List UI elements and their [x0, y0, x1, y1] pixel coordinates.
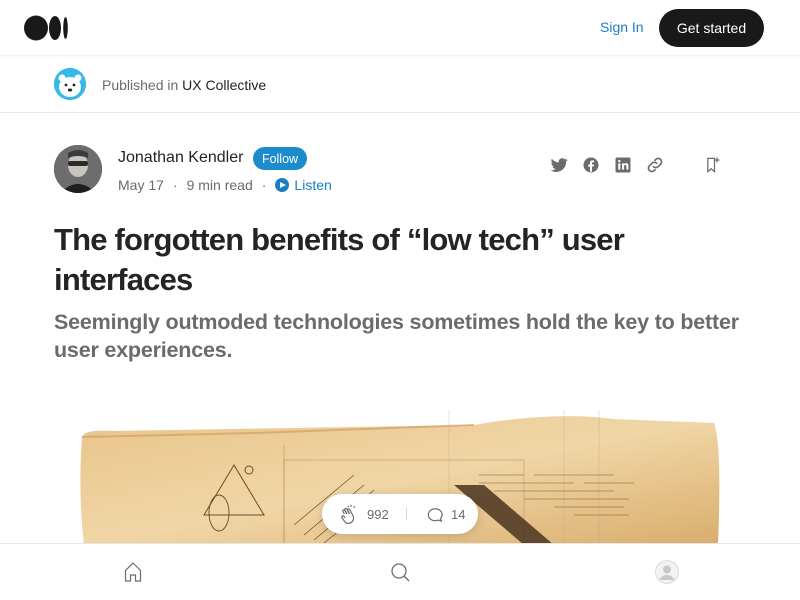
response-count: 14 — [451, 507, 466, 522]
home-icon[interactable] — [121, 560, 145, 584]
read-time: 9 min read — [186, 177, 253, 193]
linkedin-icon[interactable] — [613, 155, 633, 175]
link-icon[interactable] — [645, 155, 665, 175]
profile-icon[interactable] — [655, 560, 679, 584]
article-title: The forgotten benefits of “low tech” use… — [54, 222, 625, 297]
listen-button[interactable]: Listen — [275, 177, 332, 193]
bookmark-icon[interactable] — [702, 155, 722, 175]
response-icon[interactable] — [425, 505, 445, 525]
published-in-prefix: Published in — [102, 77, 179, 93]
play-icon — [275, 178, 290, 192]
meta-separator: · — [261, 177, 267, 193]
facebook-icon[interactable] — [581, 155, 601, 175]
get-started-button[interactable]: Get started — [659, 9, 764, 47]
engagement-pill: 992 14 — [322, 494, 478, 534]
publication-name-link[interactable]: UX Collective — [182, 77, 266, 93]
author-name-link[interactable]: Jonathan Kendler — [118, 149, 243, 167]
listen-label: Listen — [294, 177, 332, 193]
clap-icon[interactable] — [338, 504, 360, 526]
twitter-icon[interactable] — [549, 155, 569, 175]
author-avatar[interactable] — [54, 145, 102, 193]
meta-separator: · — [172, 177, 178, 193]
publish-date: May 17 — [118, 177, 164, 193]
search-icon[interactable] — [388, 560, 412, 584]
polar-bear-avatar-icon[interactable] — [54, 68, 86, 100]
sign-in-link[interactable]: Sign In — [600, 19, 644, 35]
pill-divider — [406, 508, 407, 520]
clap-count: 992 — [367, 507, 389, 522]
article-meta: May 17 · 9 min read · Listen — [118, 177, 332, 193]
publication-label: Published in UX Collective — [102, 77, 266, 93]
bottom-navigation — [0, 543, 800, 600]
follow-button[interactable]: Follow — [253, 147, 307, 170]
publication-bar: Published in UX Collective — [0, 56, 800, 113]
medium-logo-icon[interactable] — [24, 15, 68, 41]
article-subtitle: Seemingly outmoded technologies sometime… — [54, 310, 739, 362]
top-navigation: Sign In Get started — [0, 0, 800, 56]
